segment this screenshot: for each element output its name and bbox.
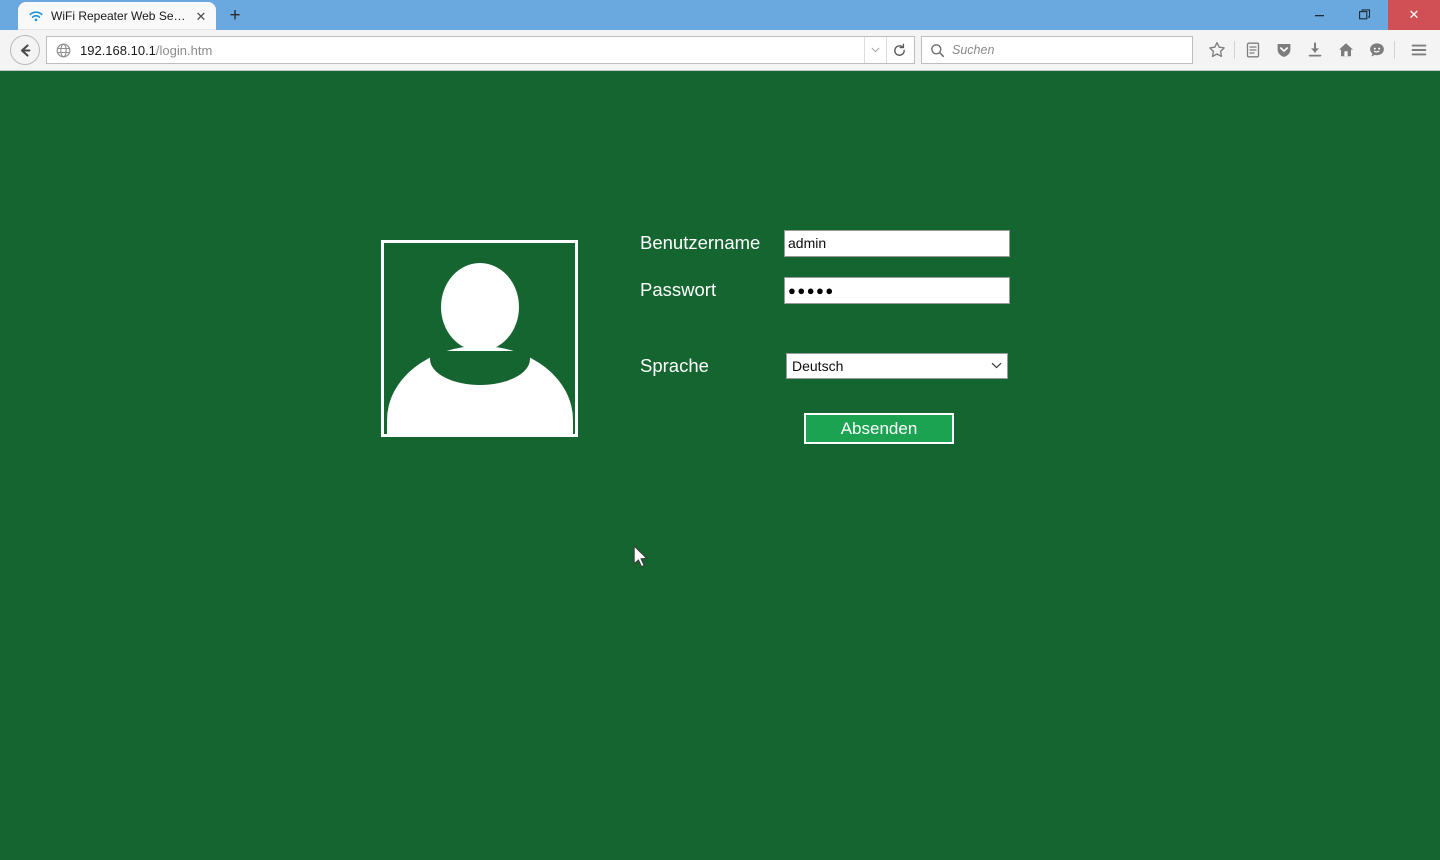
downloads-icon[interactable] <box>1299 35 1330 65</box>
search-icon <box>930 43 945 58</box>
globe-icon <box>55 42 72 59</box>
page-content: Benutzername admin Passwort ●●●●● Sprach… <box>0 71 1440 860</box>
title-bar: WiFi Repeater Web Server ✕ + ✕ <box>0 0 1440 30</box>
minimize-icon[interactable] <box>1296 0 1342 30</box>
toolbar-separator <box>1234 41 1235 59</box>
browser-window: WiFi Repeater Web Server ✕ + ✕ 192.168.1… <box>0 0 1440 860</box>
sync-account-icon[interactable] <box>1361 35 1392 65</box>
window-controls: ✕ <box>1296 0 1440 30</box>
reload-icon[interactable] <box>886 37 912 63</box>
avatar-head <box>440 263 519 351</box>
password-input[interactable]: ●●●●● <box>784 276 1010 304</box>
toolbar-icons <box>1201 35 1434 65</box>
language-select[interactable]: Deutsch <box>786 353 1008 379</box>
new-tab-button[interactable]: + <box>220 2 250 30</box>
language-row: Sprache Deutsch <box>640 349 1010 383</box>
back-button[interactable] <box>10 35 40 65</box>
address-bar-text: 192.168.10.1/login.htm <box>80 43 864 58</box>
submit-row: Absenden <box>640 413 1010 444</box>
chevron-down-icon <box>991 361 1002 372</box>
menu-hamburger-icon[interactable] <box>1403 35 1434 65</box>
password-label: Passwort <box>640 278 717 300</box>
mouse-cursor <box>633 544 650 574</box>
bookmark-star-icon[interactable] <box>1201 35 1232 65</box>
tab-title: WiFi Repeater Web Server <box>51 9 186 23</box>
search-bar[interactable]: Suchen <box>921 36 1193 64</box>
browser-tab[interactable]: WiFi Repeater Web Server ✕ <box>18 2 216 30</box>
password-masked-value: ●●●●● <box>788 282 835 298</box>
restore-icon[interactable] <box>1342 0 1388 30</box>
library-icon[interactable] <box>1237 35 1268 65</box>
chevron-down-icon[interactable] <box>864 37 886 63</box>
home-icon[interactable] <box>1330 35 1361 65</box>
language-label: Sprache <box>640 354 709 376</box>
user-avatar <box>381 240 578 437</box>
username-input[interactable]: admin <box>784 229 1010 257</box>
language-select-value: Deutsch <box>792 358 844 374</box>
pocket-icon[interactable] <box>1268 35 1299 65</box>
address-bar[interactable]: 192.168.10.1/login.htm <box>46 36 915 64</box>
username-label: Benutzername <box>640 231 761 253</box>
wifi-icon <box>28 8 44 24</box>
url-path: /login.htm <box>155 42 213 58</box>
submit-button[interactable]: Absenden <box>804 413 954 444</box>
close-icon[interactable]: ✕ <box>192 7 210 25</box>
url-host: 192.168.10.1 <box>80 42 156 58</box>
password-row: Passwort ●●●●● <box>640 273 1010 307</box>
toolbar-separator <box>1394 41 1395 59</box>
tab-strip: WiFi Repeater Web Server ✕ + <box>0 0 250 30</box>
window-close-button[interactable]: ✕ <box>1388 0 1440 30</box>
navigation-toolbar: 192.168.10.1/login.htm Suchen <box>0 30 1440 71</box>
login-form: Benutzername admin Passwort ●●●●● Sprach… <box>640 226 1010 444</box>
search-input[interactable]: Suchen <box>952 43 994 57</box>
username-row: Benutzername admin <box>640 226 1010 260</box>
